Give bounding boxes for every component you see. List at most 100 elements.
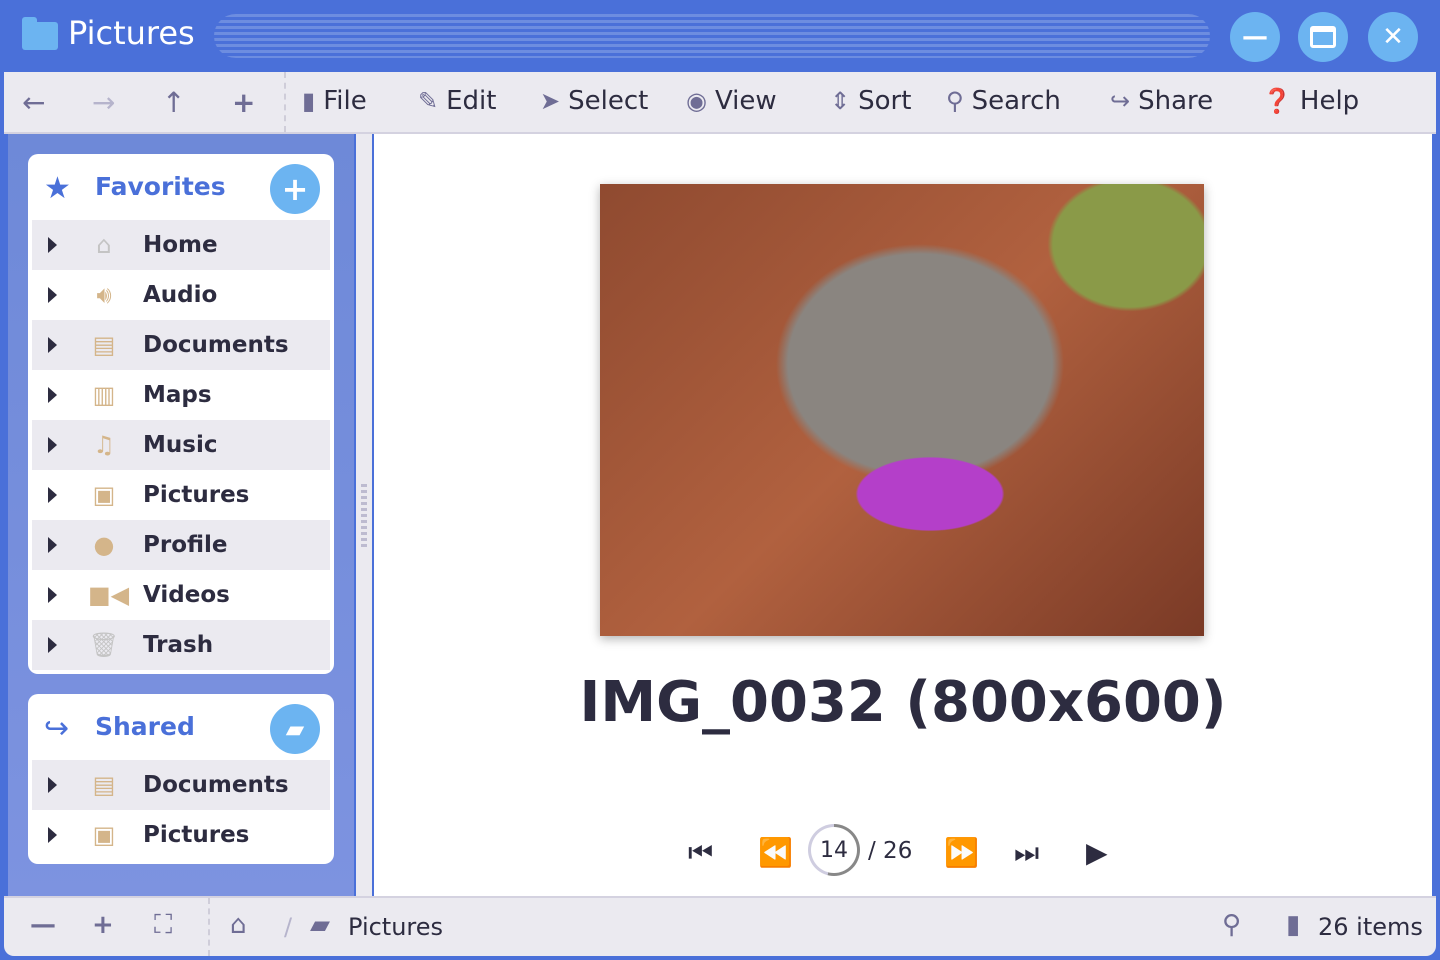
drag-area[interactable] xyxy=(214,14,1210,58)
expand-icon[interactable] xyxy=(48,827,57,843)
menu-edit[interactable]: ✎ Edit xyxy=(418,86,496,116)
page-indicator[interactable]: 14 xyxy=(808,824,860,876)
last-icon[interactable]: ⏭ xyxy=(1014,836,1039,870)
add-favorite-button[interactable]: + xyxy=(270,164,320,214)
expand-icon[interactable] xyxy=(48,437,57,453)
sort-icon: ⇕ xyxy=(830,87,851,115)
shared-item-pictures[interactable]: ▣ Pictures xyxy=(32,810,330,860)
item-label: Maps xyxy=(143,382,212,408)
favorites-panel: ★ Favorites + ⌂ Home 🔊︎ Audio ▤ Documents ▥… xyxy=(28,154,334,674)
image-viewer: IMG_0032 (800x600) ⏮ ⏪ 14 / 26 ⏩ ⏭ ▶ xyxy=(374,134,1432,896)
back-arrow-icon[interactable]: ← xyxy=(22,86,45,119)
menu-file[interactable]: ▮ File xyxy=(302,86,367,116)
toolbar: ← → ↑ + ▮ File ✎ Edit ➤ Select ◉ View ⇕ Sort … xyxy=(4,72,1436,134)
expand-icon[interactable] xyxy=(48,637,57,653)
cursor-icon: ➤ xyxy=(540,87,561,115)
open-folder-button[interactable]: ▰ xyxy=(270,704,320,754)
player-controls: ⏮ ⏪ 14 / 26 ⏩ ⏭ ▶ xyxy=(374,824,1432,880)
photo xyxy=(600,184,1204,636)
item-label: Home xyxy=(143,232,218,258)
splitter[interactable] xyxy=(356,134,372,896)
plus-icon[interactable]: + xyxy=(232,86,255,119)
speaker-icon: 🔊︎ xyxy=(96,281,112,309)
star-icon: ★ xyxy=(44,171,71,206)
share-icon: ↪ xyxy=(44,711,70,746)
item-label: Audio xyxy=(143,282,218,308)
search-icon: ⚲ xyxy=(946,87,964,115)
expand-icon[interactable] xyxy=(48,237,57,253)
sidebar-item-videos[interactable]: ■◀ Videos xyxy=(32,570,330,620)
minus-icon: — xyxy=(1242,22,1268,52)
menu-label: Help xyxy=(1299,86,1360,116)
expand-icon[interactable] xyxy=(48,387,57,403)
home-icon: ⌂ xyxy=(96,231,112,259)
play-icon[interactable]: ▶ xyxy=(1086,836,1108,869)
menu-share[interactable]: ↪ Share xyxy=(1110,86,1213,116)
forward-arrow-icon[interactable]: → xyxy=(92,86,115,119)
item-label: Documents xyxy=(143,332,289,358)
file-icon: ▮ xyxy=(302,87,316,115)
video-icon: ■◀ xyxy=(88,581,130,609)
sidebar-item-trash[interactable]: 🗑︎ Trash xyxy=(32,620,330,670)
home-icon[interactable]: ⌂ xyxy=(230,910,247,940)
menu-help[interactable]: ❓ Help xyxy=(1262,86,1359,116)
menu-label: Search xyxy=(971,86,1061,116)
document-icon: ▤ xyxy=(92,771,116,799)
title-bar: Pictures — ✕ xyxy=(0,0,1440,72)
item-label: Trash xyxy=(143,632,214,658)
sidebar-item-documents[interactable]: ▤ Documents xyxy=(32,320,330,370)
file-icon: ▮ xyxy=(1286,910,1301,940)
menu-label: Edit xyxy=(446,86,497,116)
first-icon[interactable]: ⏮ xyxy=(688,836,713,870)
image-icon: ▣ xyxy=(92,821,116,849)
window-icon xyxy=(1310,26,1336,48)
user-icon: ● xyxy=(93,531,115,559)
sidebar-item-audio[interactable]: 🔊︎ Audio xyxy=(32,270,330,320)
shared-item-documents[interactable]: ▤ Documents xyxy=(32,760,330,810)
sidebar-item-profile[interactable]: ● Profile xyxy=(32,520,330,570)
image-caption: IMG_0032 (800x600) xyxy=(579,670,1227,735)
expand-icon[interactable] xyxy=(48,337,57,353)
menu-search[interactable]: ⚲ Search xyxy=(946,86,1061,116)
total-pages: / 26 xyxy=(868,838,913,864)
menu-label: File xyxy=(323,86,367,116)
menu-view[interactable]: ◉ View xyxy=(686,86,777,116)
grip-handle[interactable] xyxy=(361,484,367,548)
search-minus-icon[interactable]: ⚲ xyxy=(1222,910,1241,940)
expand-icon[interactable] xyxy=(48,587,57,603)
rewind-icon[interactable]: ⏪ xyxy=(758,836,793,869)
menu-label: Select xyxy=(568,86,649,116)
fast-forward-icon[interactable]: ⏩ xyxy=(944,836,979,869)
trash-icon: 🗑︎ xyxy=(88,631,120,659)
zoom-out-icon[interactable]: — xyxy=(30,910,56,940)
menu-label: View xyxy=(714,86,777,116)
sidebar-item-maps[interactable]: ▥ Maps xyxy=(32,370,330,420)
close-button[interactable]: ✕ xyxy=(1368,12,1418,62)
up-arrow-icon[interactable]: ↑ xyxy=(162,86,185,119)
sidebar-item-home[interactable]: ⌂ Home xyxy=(32,220,330,270)
maximize-button[interactable] xyxy=(1298,12,1348,62)
zoom-in-icon[interactable]: + xyxy=(92,910,114,940)
status-bar: — + ⛶ ⌂ / ▰ Pictures ⚲ ▮ 26 items xyxy=(4,896,1436,956)
breadcrumb-folder[interactable]: Pictures xyxy=(348,913,443,941)
share-icon: ↪ xyxy=(1110,87,1131,115)
sidebar-item-music[interactable]: ♫ Music xyxy=(32,420,330,470)
expand-icon[interactable] xyxy=(48,287,57,303)
map-icon: ▥ xyxy=(92,381,116,409)
menu-label: Share xyxy=(1138,86,1214,116)
breadcrumb-separator: / xyxy=(284,913,293,941)
expand-icon[interactable] xyxy=(48,487,57,503)
expand-icon[interactable] xyxy=(48,777,57,793)
folder-open-icon: ▰ xyxy=(285,715,305,743)
menu-select[interactable]: ➤ Select xyxy=(540,86,648,116)
menu-sort[interactable]: ⇕ Sort xyxy=(830,86,911,116)
menu-label: Sort xyxy=(858,86,912,116)
sidebar-item-pictures[interactable]: ▣ Pictures xyxy=(32,470,330,520)
pencil-icon: ✎ xyxy=(418,87,439,115)
item-label: Profile xyxy=(143,532,228,558)
expand-icon[interactable] xyxy=(48,537,57,553)
shared-panel: ↪ Shared ▰ ▤ Documents ▣ Pictures xyxy=(28,694,334,864)
fullscreen-icon[interactable]: ⛶ xyxy=(154,910,172,941)
eye-icon: ◉ xyxy=(686,87,707,115)
minimize-button[interactable]: — xyxy=(1230,12,1280,62)
